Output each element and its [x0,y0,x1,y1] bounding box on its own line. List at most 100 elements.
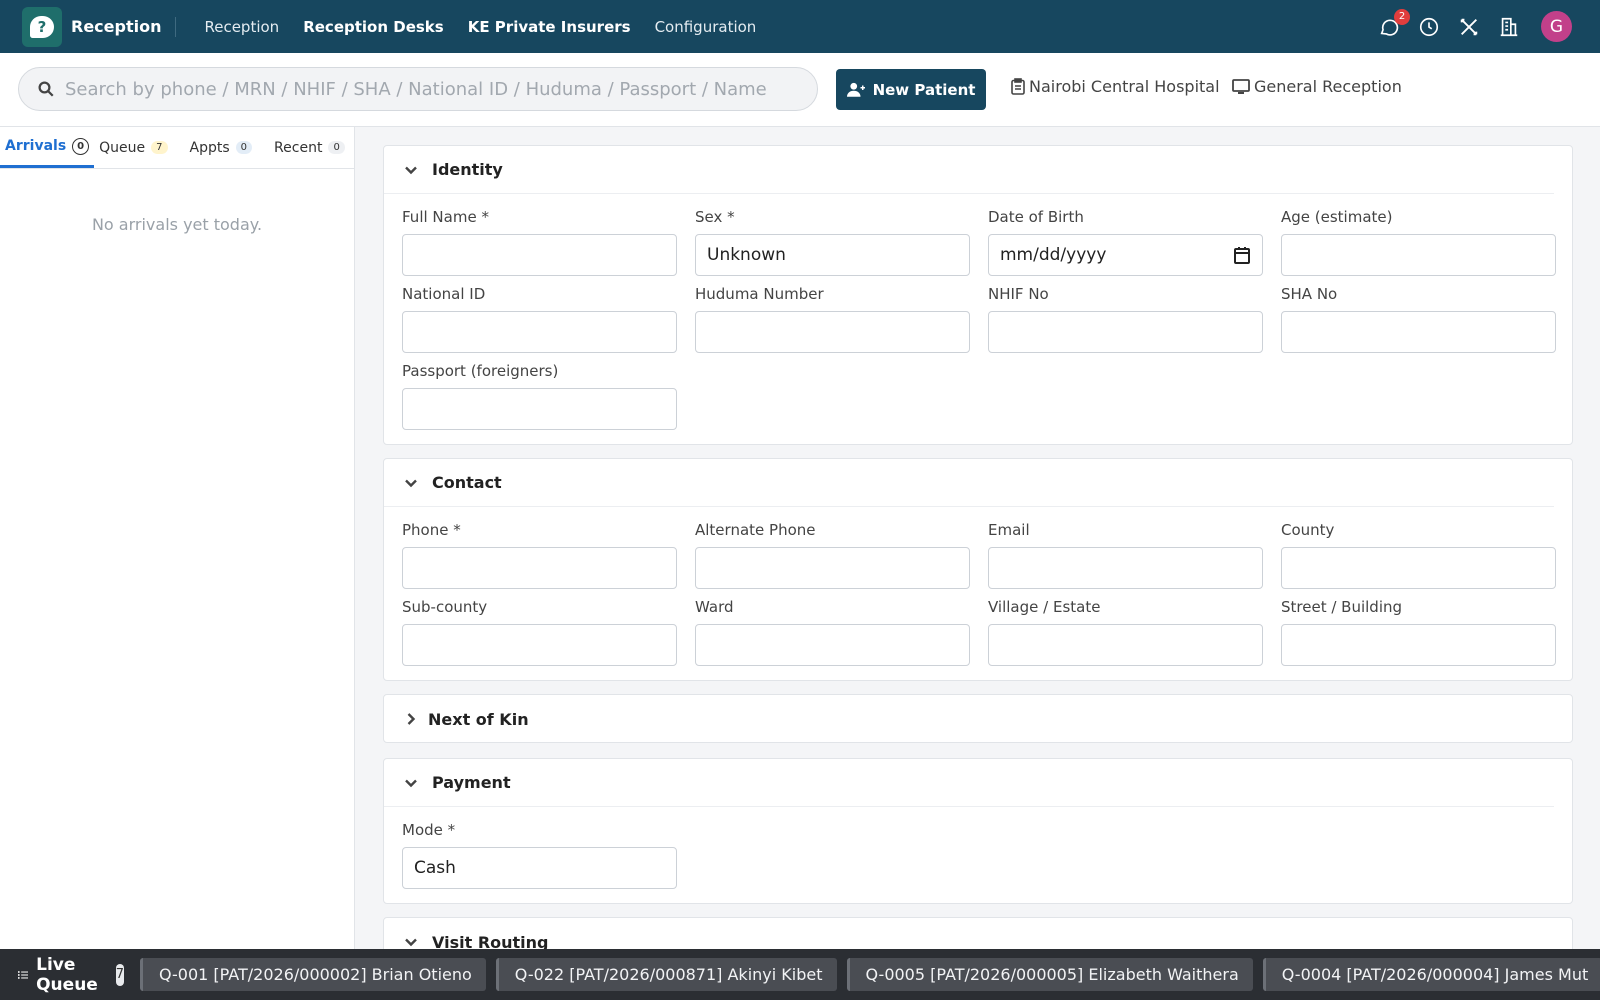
registration-form: Identity Full Name * Sex * Unknown Date … [355,127,1600,949]
building-icon[interactable] [1497,15,1521,39]
tab-label: Appts [189,139,230,156]
visit-routing-section: Visit Routing [383,917,1573,949]
queue-chip[interactable]: Q-0005 [PAT/2026/000005] Elizabeth Waith… [846,958,1253,991]
new-patient-label: New Patient [872,80,976,99]
queue-chip[interactable]: Q-0004 [PAT/2026/000004] James Mut [1262,958,1600,991]
contact-header[interactable]: Contact [384,459,1554,507]
county-input[interactable] [1281,547,1556,589]
add-user-icon [846,82,865,97]
subcounty-field: Sub-county [402,598,677,666]
messages-icon[interactable]: 2 [1377,8,1410,39]
live-queue-bar: Live Queue 7 Q-001 [PAT/2026/000002] Bri… [0,949,1600,1000]
monitor-icon [1232,78,1250,94]
identity-header[interactable]: Identity [384,146,1554,194]
national-id-input[interactable] [402,311,677,353]
nav-configuration[interactable]: Configuration [655,18,757,36]
subcounty-input[interactable] [402,624,677,666]
nav-reception[interactable]: Reception [204,18,279,36]
age-field: Age (estimate) [1281,208,1556,276]
email-field: Email [988,521,1263,589]
live-queue-count: 7 [115,963,124,986]
email-input[interactable] [988,547,1263,589]
passport-field: Passport (foreigners) [402,362,677,430]
age-input[interactable] [1281,234,1556,276]
field-label: Age (estimate) [1281,208,1393,226]
tab-arrivals[interactable]: Arrivals 0 [0,127,95,168]
new-patient-button[interactable]: New Patient [836,69,986,110]
nhif-input[interactable] [988,311,1263,353]
huduma-input[interactable] [695,311,970,353]
avatar[interactable]: G [1541,11,1572,42]
calendar-icon[interactable] [1234,246,1250,264]
ward-field: Ward [695,598,970,666]
chevron-right-icon [407,713,416,725]
county-field: County [1281,521,1556,589]
next-of-kin-section: Next of Kin [383,694,1573,743]
full-name-input[interactable] [402,234,677,276]
field-label: Sex * [695,208,735,226]
clock-icon[interactable] [1417,15,1441,39]
search-icon [38,81,54,97]
payment-mode-select[interactable]: Cash [402,847,677,889]
field-label: Phone * [402,521,461,539]
queue-chip[interactable]: Q-001 [PAT/2026/000002] Brian Otieno [139,958,486,991]
field-label: Alternate Phone [695,521,816,539]
notification-badge: 2 [1394,8,1410,25]
brand[interactable]: ? Reception [22,6,177,47]
dob-input[interactable]: mm/dd/yyyy [988,234,1263,276]
tab-recent[interactable]: Recent 0 [269,127,350,168]
village-field: Village / Estate [988,598,1263,666]
section-title: Visit Routing [432,932,549,950]
tab-count: 0 [328,141,345,154]
field-label: Village / Estate [988,598,1101,616]
next-of-kin-header[interactable]: Next of Kin [384,695,1572,743]
sex-select[interactable]: Unknown [695,234,970,276]
passport-input[interactable] [402,388,677,430]
sha-field: SHA No [1281,285,1556,353]
desk-indicator[interactable]: General Reception [1232,77,1402,96]
dob-field: Date of Birth mm/dd/yyyy [988,208,1263,276]
toolbar: New Patient Nairobi Central Hospital Gen… [0,53,1600,127]
tools-icon[interactable] [1457,15,1481,39]
street-field: Street / Building [1281,598,1556,666]
sha-input[interactable] [1281,311,1556,353]
facility-indicator[interactable]: Nairobi Central Hospital [1011,77,1220,96]
identity-section: Identity Full Name * Sex * Unknown Date … [383,145,1573,445]
contact-section: Contact Phone * Alternate Phone Email Co… [383,458,1573,681]
app-logo-icon: ? [22,6,62,47]
field-label: County [1281,521,1335,539]
chevron-down-icon [405,479,417,487]
chevron-down-icon [405,166,417,174]
live-queue-title: Live Queue [36,954,98,995]
top-nav-bar: ? Reception Reception Reception Desks KE… [0,0,1600,53]
empty-state-message: No arrivals yet today. [91,215,263,234]
nav-reception-desks[interactable]: Reception Desks [303,18,444,36]
visit-routing-header[interactable]: Visit Routing [384,918,1572,949]
phone-input[interactable] [402,547,677,589]
section-title: Next of Kin [428,709,529,729]
alt-phone-field: Alternate Phone [695,521,970,589]
tab-count: 0 [235,141,253,154]
clipboard-icon [1011,78,1025,95]
nav-ke-private-insurers[interactable]: KE Private Insurers [468,18,631,36]
alt-phone-input[interactable] [695,547,970,589]
field-label: Passport (foreigners) [402,362,559,380]
section-title: Payment [432,773,511,792]
sex-field: Sex * Unknown [695,208,970,276]
live-queue-toggle[interactable]: Live Queue [18,955,104,995]
field-label: NHIF No [988,285,1049,303]
queue-chip[interactable]: Q-022 [PAT/2026/000871] Akinyi Kibet [495,958,837,991]
tab-label: Queue [99,139,146,156]
street-input[interactable] [1281,624,1556,666]
tab-appts[interactable]: Appts 0 [185,127,258,168]
field-label: SHA No [1281,285,1338,303]
left-panel: Arrivals 0 Queue 7 Appts 0 Recent 0 No a… [0,127,355,949]
village-input[interactable] [988,624,1263,666]
search-input[interactable] [65,78,805,100]
tab-queue[interactable]: Queue 7 [94,127,172,168]
section-title: Identity [432,160,503,179]
field-label: Ward [695,598,734,616]
field-label: National ID [402,285,486,303]
ward-input[interactable] [695,624,970,666]
payment-header[interactable]: Payment [384,759,1554,807]
